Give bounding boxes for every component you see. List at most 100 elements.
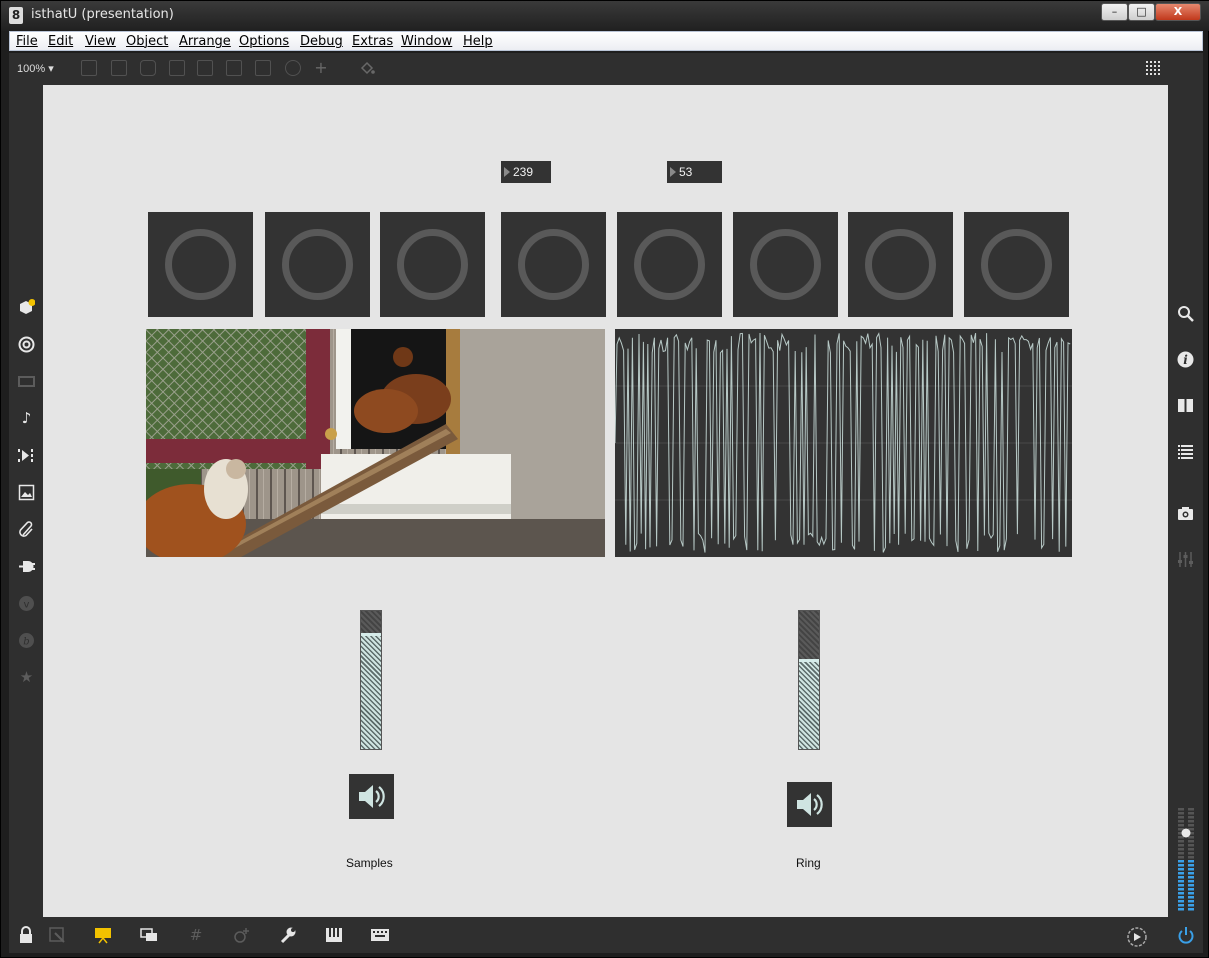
mixer-icon[interactable]	[1177, 551, 1194, 568]
speaker-icon	[359, 785, 385, 808]
comment-icon[interactable]	[140, 60, 156, 76]
ring-icon	[750, 229, 821, 300]
pad-3[interactable]	[380, 212, 485, 317]
wrench-icon[interactable]	[279, 926, 297, 944]
music-note-icon[interactable]: ♪	[18, 410, 35, 427]
target-icon[interactable]	[18, 336, 35, 353]
pad-7[interactable]	[848, 212, 953, 317]
svg-text:v: v	[24, 600, 30, 611]
pad-1[interactable]	[148, 212, 253, 317]
caption-samples: Samples	[346, 856, 393, 870]
title-bar[interactable]: 8 isthatU (presentation) – □ X	[1, 1, 1209, 31]
plus-icon[interactable]: +	[313, 60, 329, 76]
paperclip-icon[interactable]	[18, 521, 35, 538]
grid-icon[interactable]	[1145, 60, 1161, 76]
caption-ring: Ring	[796, 856, 821, 870]
ring-icon	[518, 229, 589, 300]
zoom-value: 100%	[17, 63, 46, 75]
waveform-trace	[614, 332, 1072, 553]
grid-icon[interactable]: #	[187, 926, 205, 944]
slider-icon[interactable]	[255, 60, 271, 76]
gain-slider-samples[interactable]	[360, 610, 382, 750]
paint-bucket-icon[interactable]	[359, 60, 375, 76]
triangle-icon	[504, 167, 510, 177]
volume-knob-icon[interactable]	[1181, 828, 1191, 838]
chevron-down-icon: ▾	[48, 63, 54, 75]
add-icon[interactable]	[233, 926, 251, 944]
lock-icon[interactable]	[17, 926, 35, 944]
number-value: 53	[679, 165, 693, 179]
dial-icon[interactable]	[285, 60, 301, 76]
star-icon[interactable]: ★	[18, 669, 35, 686]
bpatcher-icon[interactable]	[18, 373, 35, 390]
menu-edit[interactable]: Edit	[48, 34, 73, 49]
pad-5[interactable]	[617, 212, 722, 317]
pad-8[interactable]	[964, 212, 1069, 317]
list-icon[interactable]	[1177, 443, 1194, 460]
menu-file[interactable]: File	[16, 34, 38, 49]
menu-help[interactable]: Help	[463, 34, 493, 49]
transport-icon[interactable]	[1126, 926, 1147, 947]
zoom-menu[interactable]: 100% ▾	[17, 62, 54, 75]
menu-debug[interactable]: Debug	[300, 34, 343, 49]
menu-view[interactable]: View	[85, 34, 116, 49]
playlist-icon[interactable]	[18, 447, 35, 464]
power-icon[interactable]	[1177, 926, 1195, 944]
ring-icon	[865, 229, 936, 300]
menu-options[interactable]: Options	[239, 34, 289, 49]
snapshot-icon[interactable]	[1177, 505, 1194, 522]
menu-bar: File Edit View Object Arrange Options De…	[9, 31, 1203, 51]
package-icon[interactable]	[18, 299, 36, 316]
video-display	[146, 329, 605, 557]
search-icon[interactable]	[1177, 305, 1194, 322]
edit-mode-icon[interactable]	[48, 926, 66, 944]
svg-text:b: b	[23, 637, 29, 648]
oscilloscope-display	[614, 329, 1072, 557]
windows-icon[interactable]	[140, 926, 158, 944]
menu-arrange[interactable]: Arrange	[179, 34, 231, 49]
number-box-icon[interactable]	[226, 60, 242, 76]
presentation-canvas: 239 53 Samples Ring	[43, 85, 1168, 917]
bottom-toolbar: #	[9, 917, 1203, 953]
piano-icon[interactable]	[325, 926, 343, 944]
right-sidebar: i	[1168, 85, 1203, 917]
toggle-icon[interactable]	[169, 60, 185, 76]
presentation-icon[interactable]	[94, 926, 112, 944]
presentation-toggle-icon[interactable]	[81, 60, 97, 76]
pad-6[interactable]	[733, 212, 838, 317]
ring-icon	[397, 229, 468, 300]
left-sidebar: ♪ v b ★	[9, 85, 43, 917]
keyboard-icon[interactable]	[371, 926, 389, 944]
speaker-toggle-ring[interactable]	[787, 782, 832, 827]
gain-level	[799, 659, 819, 749]
message-icon[interactable]	[111, 60, 127, 76]
split-view-icon[interactable]	[1177, 397, 1194, 414]
button-icon[interactable]	[197, 60, 213, 76]
app-window: 8 isthatU (presentation) – □ X File Edit…	[0, 0, 1209, 958]
number-value: 239	[513, 165, 534, 179]
speaker-icon	[797, 793, 823, 816]
number-box-2[interactable]: 53	[667, 161, 722, 183]
master-level-meter[interactable]	[1176, 806, 1196, 914]
gain-level	[361, 633, 381, 749]
pad-2[interactable]	[265, 212, 370, 317]
close-button[interactable]: X	[1155, 3, 1201, 21]
menu-window[interactable]: Window	[401, 34, 452, 49]
window-title: isthatU (presentation)	[31, 7, 174, 22]
svg-text:i: i	[1183, 353, 1188, 367]
gain-slider-ring[interactable]	[798, 610, 820, 750]
plug-icon[interactable]	[18, 558, 35, 575]
menu-extras[interactable]: Extras	[352, 34, 393, 49]
triangle-icon	[670, 167, 676, 177]
image-icon[interactable]	[18, 484, 35, 501]
app-icon: 8	[9, 7, 23, 24]
pad-4[interactable]	[501, 212, 606, 317]
vst-icon[interactable]: v	[18, 595, 35, 612]
speaker-toggle-samples[interactable]	[349, 774, 394, 819]
maximize-button[interactable]: □	[1128, 3, 1155, 21]
menu-object[interactable]: Object	[126, 34, 168, 49]
number-box-1[interactable]: 239	[501, 161, 551, 183]
b-icon[interactable]: b	[18, 632, 35, 649]
minimize-button[interactable]: –	[1101, 3, 1128, 21]
info-icon[interactable]: i	[1177, 351, 1194, 368]
